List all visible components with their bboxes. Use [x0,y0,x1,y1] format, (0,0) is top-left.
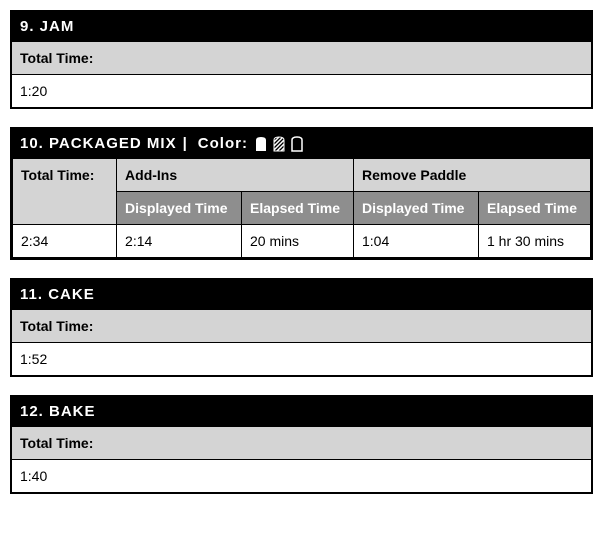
addins-header: Add-Ins [117,159,354,192]
bread-striped-icon [272,136,286,152]
remove-elapsed-cell: 1 hr 30 mins [478,225,590,258]
section-jam-title: 9. JAM [12,12,591,41]
total-time-cell: 2:34 [13,225,117,258]
total-time-header: Total Time: [13,159,117,225]
remove-displayed-cell: 1:04 [354,225,479,258]
addins-elapsed-header: Elapsed Time [242,192,354,225]
addins-displayed-header: Displayed Time [117,192,242,225]
section-cake: 11. CAKE Total Time: 1:52 [10,278,593,377]
total-time-label: Total Time: [12,41,591,74]
remove-paddle-header: Remove Paddle [354,159,591,192]
addins-elapsed-cell: 20 mins [242,225,354,258]
total-time-label: Total Time: [12,309,591,342]
section-packaged-mix-title: 10. PACKAGED MIX [20,135,177,152]
remove-elapsed-header: Elapsed Time [478,192,590,225]
section-bake-title: 12. BAKE [12,397,591,426]
packaged-mix-table: Total Time: Add-Ins Remove Paddle Displa… [12,158,591,258]
color-icons-group [254,136,304,152]
bread-outline-icon [290,136,304,152]
addins-displayed-cell: 2:14 [117,225,242,258]
total-time-value: 1:20 [12,74,591,107]
section-bake: 12. BAKE Total Time: 1:40 [10,395,593,494]
section-jam: 9. JAM Total Time: 1:20 [10,10,593,109]
remove-displayed-header: Displayed Time [354,192,479,225]
section-packaged-mix-header: 10. PACKAGED MIX | Color: [12,129,591,158]
separator: | [183,135,188,152]
total-time-value: 1:52 [12,342,591,375]
color-label: Color: [198,135,248,152]
bread-solid-icon [254,136,268,152]
total-time-value: 1:40 [12,459,591,492]
section-packaged-mix: 10. PACKAGED MIX | Color: Total Time: Ad… [10,127,593,260]
section-cake-title: 11. CAKE [12,280,591,309]
total-time-label: Total Time: [12,426,591,459]
